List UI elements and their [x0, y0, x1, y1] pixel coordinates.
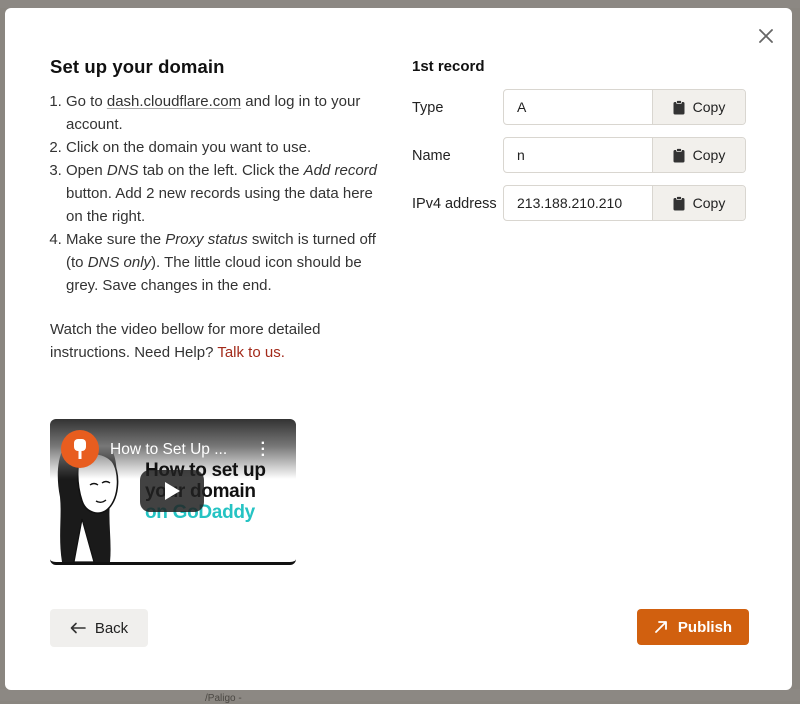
video-thumbnail[interactable]: How to set up your domain on GoDaddy How…	[50, 419, 296, 565]
record-label: Type	[412, 100, 444, 116]
arrow-up-right-icon	[655, 621, 667, 633]
talk-to-us-link[interactable]: Talk to us.	[217, 344, 285, 361]
copy-button[interactable]: Copy	[652, 186, 745, 220]
name-field[interactable]: n Copy	[503, 137, 746, 173]
step-4: Make sure the Proxy status switch is tur…	[66, 228, 380, 297]
help-text: Watch the video bellow for more detailed…	[50, 321, 321, 361]
record-value[interactable]: 213.188.210.210	[517, 195, 622, 211]
close-button[interactable]	[754, 24, 778, 48]
backdrop	[0, 0, 800, 8]
video-title: How to Set Up ...	[110, 441, 228, 458]
more-options-icon[interactable]: · · ·	[261, 436, 266, 464]
record-label: IPv4 address	[412, 196, 497, 212]
copy-button[interactable]: Copy	[652, 90, 745, 124]
instructions-panel: Set up your domain Go to dash.cloudflare…	[50, 56, 380, 364]
type-field[interactable]: A Copy	[503, 89, 746, 125]
backdrop-bottom	[0, 689, 800, 701]
back-button[interactable]: Back	[50, 609, 148, 647]
setup-domain-modal: Set up your domain Go to dash.cloudflare…	[5, 8, 792, 690]
page-title: Set up your domain	[50, 56, 225, 77]
step-3: Open DNS tab on the left. Click the Add …	[66, 159, 380, 228]
play-button[interactable]	[140, 470, 204, 512]
step-1: Go to dash.cloudflare.com and log in to …	[66, 90, 380, 136]
play-icon	[165, 482, 180, 500]
record-panel: 1st record Type A Copy Name n Copy IPv4 …	[412, 56, 752, 233]
record-value[interactable]: n	[517, 147, 525, 163]
copy-button[interactable]: Copy	[652, 138, 745, 172]
record-row-name: Name n Copy	[412, 137, 752, 175]
ipv4-field[interactable]: 213.188.210.210 Copy	[503, 185, 746, 221]
record-value[interactable]: A	[517, 99, 526, 115]
publish-button[interactable]: Publish	[637, 609, 749, 645]
step-2: Click on the domain you want to use.	[66, 136, 380, 159]
clipboard-icon	[673, 99, 685, 114]
steps-list: Go to dash.cloudflare.com and log in to …	[50, 90, 380, 297]
close-icon	[759, 29, 773, 43]
record-label: Name	[412, 148, 451, 164]
cloudflare-link[interactable]: dash.cloudflare.com	[107, 93, 241, 110]
clipboard-icon	[673, 147, 685, 162]
arrow-left-icon	[70, 622, 86, 634]
channel-avatar[interactable]	[61, 430, 99, 468]
record-row-ipv4: IPv4 address 213.188.210.210 Copy	[412, 185, 752, 223]
brush-logo-icon	[74, 439, 86, 459]
clipboard-icon	[673, 195, 685, 210]
record-heading: 1st record	[412, 58, 485, 75]
background-text: /Paligo -	[205, 693, 242, 704]
record-row-type: Type A Copy	[412, 89, 752, 127]
